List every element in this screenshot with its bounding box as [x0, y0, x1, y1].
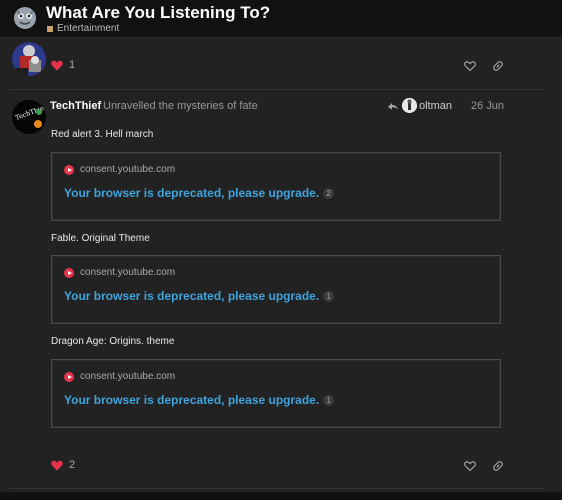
like-summary[interactable]: 1: [51, 59, 75, 71]
onebox-domain: consent.youtube.com: [80, 371, 176, 382]
next-post-edge: [0, 492, 562, 500]
post-date[interactable]: 26 Jun: [471, 100, 504, 112]
category-color-swatch: [47, 25, 53, 32]
click-count-badge: 1: [323, 394, 335, 406]
reply-to-username: oltman: [419, 99, 453, 112]
song-title: Fable. Original Theme: [51, 233, 150, 244]
onebox[interactable]: consent.youtube.com Your browser is depr…: [51, 359, 501, 428]
reply-arrow-icon: [388, 102, 398, 109]
site-logo-icon[interactable]: [13, 6, 37, 30]
like-count: 1: [69, 59, 76, 71]
click-count-badge: 1: [323, 290, 335, 302]
onebox-title-link[interactable]: Your browser is deprecated, please upgra…: [64, 393, 335, 407]
category-badge[interactable]: Entertainment: [47, 23, 119, 34]
heart-icon: [51, 60, 63, 70]
post: TechThief TechThief Unravelled the myste…: [0, 90, 562, 500]
youtube-icon: [64, 267, 74, 278]
onebox[interactable]: consent.youtube.com Your browser is depr…: [51, 255, 501, 324]
reply-avatar: [402, 98, 417, 113]
click-count-badge: 2: [323, 187, 335, 199]
like-summary[interactable]: 2: [51, 459, 75, 471]
avatar[interactable]: TechThief: [12, 100, 46, 134]
onebox-title-link[interactable]: Your browser is deprecated, please upgra…: [64, 186, 335, 200]
user-title: Unravelled the mysteries of fate: [103, 100, 258, 112]
onebox[interactable]: consent.youtube.com Your browser is depr…: [51, 152, 501, 221]
link-icon[interactable]: [492, 459, 504, 471]
onebox-title: Your browser is deprecated, please upgra…: [64, 289, 320, 303]
onebox-source[interactable]: consent.youtube.com: [64, 371, 175, 382]
like-icon[interactable]: [464, 59, 476, 72]
topic-header: What Are You Listening To? Entertainment: [0, 0, 562, 38]
post-username[interactable]: TechThief: [50, 100, 101, 112]
onebox-source[interactable]: consent.youtube.com: [64, 267, 175, 278]
heart-icon: [51, 460, 63, 470]
youtube-icon: [64, 164, 74, 175]
song-title: Dragon Age: Origins. theme: [51, 336, 175, 347]
onebox-title: Your browser is deprecated, please upgra…: [64, 393, 320, 407]
avatar[interactable]: [12, 42, 46, 76]
category-label: Entertainment: [57, 23, 120, 34]
like-count: 2: [69, 459, 76, 471]
onebox-source[interactable]: consent.youtube.com: [64, 164, 175, 175]
link-icon[interactable]: [492, 59, 504, 71]
onebox-domain: consent.youtube.com: [80, 267, 176, 278]
youtube-icon: [64, 371, 74, 382]
previous-post: 1: [0, 38, 562, 88]
song-title: Red alert 3. Hell march: [51, 129, 154, 140]
onebox-title-link[interactable]: Your browser is deprecated, please upgra…: [64, 289, 335, 303]
onebox-domain: consent.youtube.com: [80, 164, 176, 175]
like-icon[interactable]: [464, 459, 476, 472]
onebox-title: Your browser is deprecated, please upgra…: [64, 186, 320, 200]
topic-title[interactable]: What Are You Listening To?: [46, 3, 270, 23]
post-divider: [10, 488, 545, 489]
reply-to-tab[interactable]: oltman: [387, 98, 452, 113]
